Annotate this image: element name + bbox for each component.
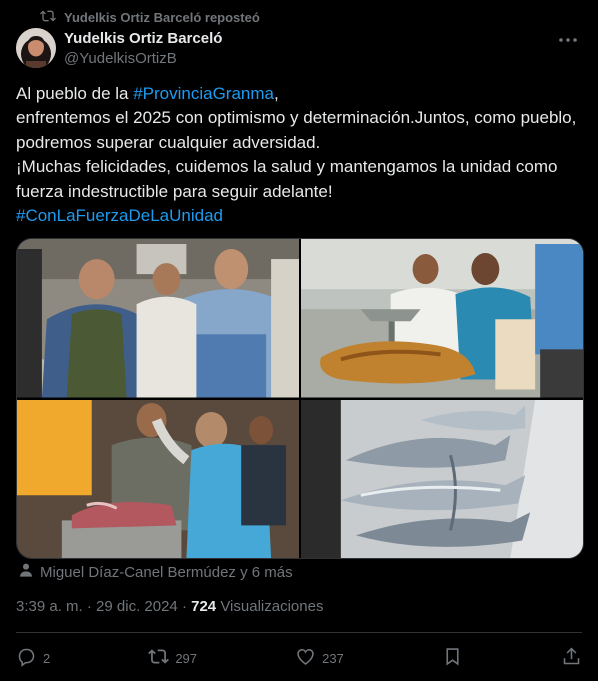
post-text: Al pueblo de la #ProvinciaGranma, enfren… (16, 82, 582, 228)
reply-icon (16, 646, 37, 670)
action-bar: 2 297 237 (16, 644, 582, 672)
avatar[interactable] (16, 28, 56, 68)
photo-people-street[interactable] (17, 239, 299, 398)
views-label: Visualizaciones (216, 598, 324, 615)
share-button[interactable] (561, 646, 582, 670)
photo-roast-pig-stall[interactable] (301, 239, 583, 398)
heart-icon (295, 646, 316, 670)
tagged-text: Miguel Díaz-Canel Bermúdez y 6 más (40, 563, 293, 581)
repost-indicator[interactable]: Yudelkis Ortiz Barceló reposteó (40, 8, 260, 26)
person-icon (18, 562, 34, 582)
author-handle[interactable]: @YudelkisOrtizB (64, 49, 222, 69)
divider (16, 632, 582, 633)
post-line-1: Al pueblo de la #ProvinciaGranma, (16, 84, 279, 103)
repost-count: 297 (175, 650, 198, 666)
hashtag-link[interactable]: #ProvinciaGranma (133, 84, 274, 103)
views-count: 724 (191, 598, 217, 615)
repost-text: Yudelkis Ortiz Barceló reposteó (64, 9, 260, 25)
tagged-people[interactable]: Miguel Díaz-Canel Bermúdez y 6 más (18, 562, 293, 582)
reply-button[interactable]: 2 (16, 646, 50, 670)
post-line-3: ¡Muchas felicidades, cuidemos la salud y… (16, 157, 558, 201)
repost-icon (40, 8, 56, 27)
photo-meat-market[interactable] (17, 399, 299, 558)
post-metadata: 3:39 a. m. · 29 dic. 2024 · 724 Visualiz… (16, 598, 324, 615)
hashtag-link[interactable]: #ConLaFuerzaDeLaUnidad (16, 206, 223, 225)
bookmark-icon (442, 646, 463, 670)
repost-button[interactable]: 297 (148, 646, 197, 670)
bookmark-button[interactable] (442, 646, 463, 670)
post-date[interactable]: 29 dic. 2024 (96, 598, 178, 615)
share-icon (561, 646, 582, 670)
photo-fish[interactable] (301, 399, 583, 558)
more-options-icon[interactable] (556, 28, 580, 52)
reply-count: 2 (43, 650, 51, 666)
post-line-2: enfrentemos el 2025 con optimismo y dete… (16, 108, 577, 152)
like-button[interactable]: 237 (295, 646, 344, 670)
repost-action-icon (148, 646, 170, 670)
author-name[interactable]: Yudelkis Ortiz Barceló (64, 29, 222, 49)
like-count: 237 (322, 650, 344, 666)
post-time[interactable]: 3:39 a. m. (16, 598, 83, 615)
media-grid (16, 238, 584, 559)
author-block[interactable]: Yudelkis Ortiz Barceló @YudelkisOrtizB (64, 29, 222, 69)
